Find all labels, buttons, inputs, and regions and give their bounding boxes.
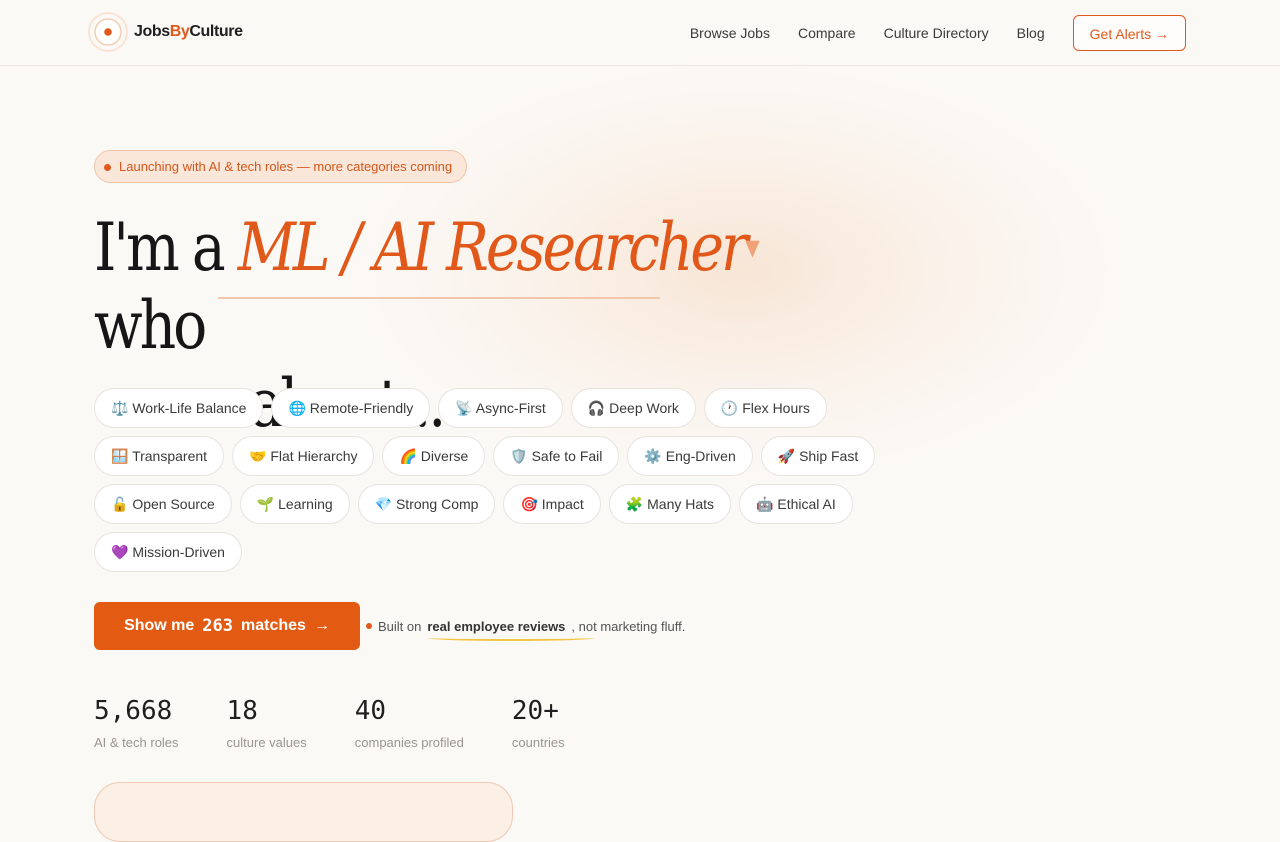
pill-ship-fast[interactable]: 🚀 Ship Fast: [760, 436, 876, 476]
pill-async-first[interactable]: 📡 Async-First: [438, 388, 563, 428]
arrow-right-icon: →: [1155, 26, 1169, 42]
target-logo-icon: [88, 12, 128, 52]
nav-blog[interactable]: Blog: [1017, 14, 1045, 52]
stat-values: 18 culture values: [226, 696, 307, 750]
pill-flat-hierarchy[interactable]: 🤝 Flat Hierarchy: [232, 436, 375, 476]
pill-many-hats[interactable]: 🧩 Many Hats: [608, 484, 732, 524]
nav-browse-jobs[interactable]: Browse Jobs: [690, 14, 770, 52]
pill-deep-work[interactable]: 🎧 Deep Work: [570, 388, 696, 428]
bottom-card: [94, 782, 513, 842]
dot-icon: [104, 164, 111, 171]
reviews-highlight: real employee reviews: [427, 618, 596, 641]
arrow-right-icon: →: [313, 617, 330, 634]
pill-open-source[interactable]: 🔓 Open Source: [94, 484, 232, 524]
pill-work-life-balance[interactable]: ⚖️ Work-Life Balance: [94, 388, 264, 428]
pill-ethical-ai[interactable]: 🤖 Ethical AI: [739, 484, 853, 524]
pill-learning[interactable]: 🌱 Learning: [239, 484, 350, 524]
cta-row: Show me 263 matches → Built on real empl…: [94, 602, 685, 650]
nav-culture-directory[interactable]: Culture Directory: [884, 14, 989, 52]
stats-bar: 5,668 AI & tech roles 18 culture values …: [94, 695, 613, 750]
show-matches-button[interactable]: Show me 263 matches →: [94, 602, 360, 650]
launch-badge: Launching with AI & tech roles — more ca…: [94, 150, 468, 183]
main-nav: Browse Jobs Compare Culture Directory Bl…: [690, 14, 1186, 52]
pill-row: 🪟 Transparent 🤝 Flat Hierarchy 🌈 Diverse…: [94, 436, 894, 476]
logo-wordmark: JobsByCulture: [134, 23, 243, 40]
reviews-note: Built on real employee reviews , not mar…: [366, 618, 685, 641]
pill-strong-comp[interactable]: 💎 Strong Comp: [357, 484, 496, 524]
pill-flex-hours[interactable]: 🕐 Flex Hours: [703, 388, 827, 428]
pill-row: 🔓 Open Source 🌱 Learning 💎 Strong Comp 🎯…: [94, 484, 894, 524]
stat-companies: 40 companies profiled: [354, 696, 464, 750]
pill-eng-driven[interactable]: ⚙️ Eng-Driven: [627, 436, 753, 476]
pill-remote-friendly[interactable]: 🌐 Remote-Friendly: [271, 388, 431, 428]
caret-down-icon: ▾: [745, 227, 760, 267]
site-header: JobsByCulture Browse Jobs Compare Cultur…: [0, 0, 1280, 66]
pill-mission-driven[interactable]: 💜 Mission-Driven: [94, 532, 242, 572]
role-selector[interactable]: ML / AI Researcher▾: [238, 209, 760, 286]
pill-row: ⚖️ Work-Life Balance 🌐 Remote-Friendly 📡…: [94, 388, 894, 428]
pill-row: 💜 Mission-Driven: [94, 532, 894, 572]
pill-diverse[interactable]: 🌈 Diverse: [382, 436, 486, 476]
get-alerts-button[interactable]: Get Alerts →: [1072, 15, 1186, 51]
pill-impact[interactable]: 🎯 Impact: [503, 484, 601, 524]
dot-icon: [366, 623, 372, 629]
stat-roles: 5,668 AI & tech roles: [94, 696, 179, 750]
nav-compare[interactable]: Compare: [798, 14, 856, 52]
role-underline: [218, 297, 660, 299]
stat-countries: 20+ countries: [511, 696, 565, 750]
logo[interactable]: JobsByCulture: [88, 12, 243, 52]
match-count: 263: [202, 616, 234, 636]
pill-safe-to-fail[interactable]: 🛡️ Safe to Fail: [493, 436, 620, 476]
culture-value-pills: ⚖️ Work-Life Balance 🌐 Remote-Friendly 📡…: [94, 388, 894, 580]
pill-transparent[interactable]: 🪟 Transparent: [94, 436, 225, 476]
